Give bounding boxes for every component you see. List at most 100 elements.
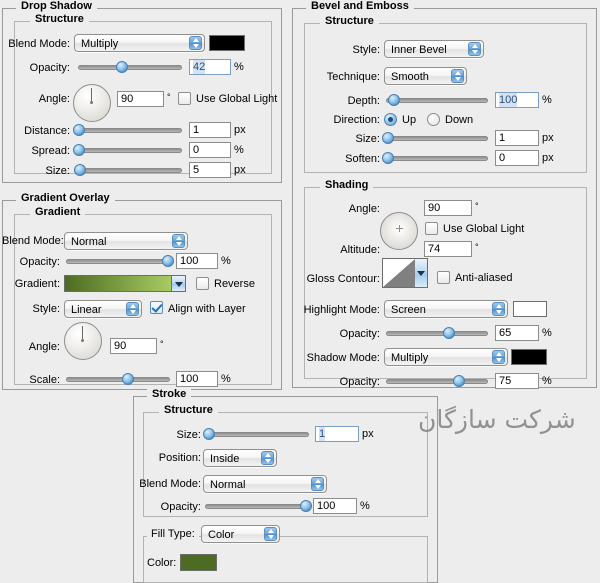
sh-highlight-mode-select[interactable]: Screen (384, 300, 508, 318)
ds-blend-mode-value: Multiply (81, 38, 119, 50)
chevron-updown-icon[interactable] (311, 477, 324, 491)
ds-angle-dial[interactable] (73, 84, 111, 122)
chevron-updown-icon[interactable] (451, 69, 464, 83)
ds-angle-input[interactable]: 90 (117, 91, 164, 107)
ds-distance-slider[interactable] (73, 123, 182, 137)
go-angle-input[interactable]: 90 (110, 338, 157, 354)
chevron-updown-icon[interactable] (492, 302, 505, 316)
be-size-input[interactable]: 1 (495, 130, 539, 146)
sh-shadow-opacity-slider[interactable] (386, 374, 488, 388)
go-gradient-picker[interactable] (64, 275, 186, 292)
st-size-slider[interactable] (203, 427, 309, 441)
slider-track (74, 168, 182, 173)
slider-thumb[interactable] (161, 255, 174, 267)
slider-track (74, 128, 182, 133)
be-depth-input[interactable]: 100 (495, 92, 539, 108)
sh-highlight-opacity-label: Opacity: (339, 328, 380, 340)
ds-opacity-label: Opacity: (29, 62, 70, 74)
chevron-updown-icon[interactable] (264, 527, 277, 541)
st-size-input[interactable]: 1 (315, 426, 359, 442)
st-fill-type-select[interactable]: Color (201, 525, 280, 543)
sh-anti-aliased-checkbox[interactable] (437, 271, 450, 284)
go-blend-mode-select[interactable]: Normal (64, 232, 188, 250)
ds-opacity-input[interactable]: 42 (189, 59, 231, 75)
ds-shadow-color-swatch[interactable] (209, 35, 245, 51)
slider-thumb[interactable] (74, 164, 87, 176)
st-opacity-slider[interactable] (205, 499, 312, 513)
slider-thumb[interactable] (382, 132, 395, 144)
sh-angle-altitude-dial[interactable] (380, 212, 418, 250)
stroke-structure-title: Structure (159, 405, 218, 416)
ds-spread-slider[interactable] (73, 143, 182, 157)
go-opacity-slider[interactable] (66, 254, 174, 268)
go-scale-input[interactable]: 100 (176, 371, 218, 387)
ds-spread-label: Spread: (31, 145, 70, 157)
slider-thumb[interactable] (115, 61, 128, 73)
go-angle-unit: ° (160, 339, 164, 349)
ds-opacity-slider[interactable] (78, 60, 182, 74)
be-direction-down-radio[interactable] (427, 113, 440, 126)
slider-thumb[interactable] (453, 375, 466, 387)
sh-angle-input[interactable]: 90 (424, 200, 472, 216)
ds-size-slider[interactable] (74, 163, 182, 177)
slider-thumb[interactable] (203, 428, 216, 440)
ds-use-global-light-checkbox[interactable] (178, 92, 191, 105)
chevron-updown-icon[interactable] (468, 42, 481, 56)
chevron-updown-icon[interactable] (189, 36, 202, 50)
go-align-with-layer-checkbox[interactable] (150, 301, 163, 314)
sh-highlight-opacity-input[interactable]: 65 (495, 325, 539, 341)
slider-thumb[interactable] (382, 152, 395, 164)
chevron-updown-icon[interactable] (492, 350, 505, 364)
st-position-select[interactable]: Inside (203, 449, 277, 467)
go-style-select[interactable]: Linear (64, 300, 142, 318)
ds-size-input[interactable]: 5 (189, 162, 231, 178)
ds-spread-input[interactable]: 0 (189, 142, 231, 158)
be-depth-slider[interactable] (386, 93, 488, 107)
sh-shadow-color-swatch[interactable] (511, 349, 547, 365)
slider-thumb[interactable] (388, 94, 401, 106)
slider-thumb[interactable] (299, 500, 312, 512)
st-blend-mode-select[interactable]: Normal (203, 475, 327, 493)
slider-thumb[interactable] (73, 124, 86, 136)
st-color-label: Color: (147, 557, 177, 569)
chevron-updown-icon[interactable] (172, 234, 185, 248)
be-direction-up-radio[interactable] (384, 113, 397, 126)
be-soften-slider[interactable] (382, 151, 488, 165)
slider-thumb[interactable] (73, 144, 86, 156)
sh-gloss-contour-preview[interactable] (382, 258, 416, 288)
be-technique-select[interactable]: Smooth (384, 67, 467, 85)
sh-use-global-light-checkbox[interactable] (425, 222, 438, 235)
sh-altitude-unit: ° (475, 242, 479, 252)
slider-thumb[interactable] (122, 373, 135, 385)
sh-anti-aliased-label: Anti-aliased (455, 272, 513, 284)
ds-blend-mode-select[interactable]: Multiply (74, 34, 205, 52)
sh-gloss-contour-dropdown[interactable] (415, 258, 428, 288)
sh-highlight-opacity-value: 65 (499, 327, 512, 339)
be-style-select[interactable]: Inner Bevel (384, 40, 484, 58)
sh-use-global-light-label: Use Global Light (443, 223, 525, 235)
go-angle-dial[interactable] (64, 322, 102, 360)
gradient-group-title: Gradient (30, 207, 86, 218)
chevron-updown-icon[interactable] (126, 302, 139, 316)
be-size-slider[interactable] (382, 131, 488, 145)
ds-distance-input[interactable]: 1 (189, 122, 231, 138)
be-technique-value: Smooth (391, 71, 429, 83)
dial-hub-icon (81, 339, 84, 342)
go-scale-slider[interactable] (66, 372, 170, 386)
st-opacity-input[interactable]: 100 (313, 498, 357, 514)
sh-shadow-mode-select[interactable]: Multiply (384, 348, 508, 366)
chevron-down-icon[interactable] (171, 276, 185, 291)
go-opacity-input[interactable]: 100 (176, 253, 218, 269)
be-soften-input[interactable]: 0 (495, 150, 539, 166)
st-color-swatch[interactable] (180, 554, 217, 571)
sh-highlight-color-swatch[interactable] (513, 301, 547, 317)
sh-highlight-opacity-slider[interactable] (386, 326, 488, 340)
sh-shadow-opacity-input[interactable]: 75 (495, 373, 539, 389)
slider-thumb[interactable] (443, 327, 456, 339)
chevron-updown-icon[interactable] (261, 451, 274, 465)
slider-track (386, 379, 488, 384)
go-reverse-checkbox[interactable] (196, 277, 209, 290)
be-soften-label: Soften: (345, 153, 380, 165)
st-position-value: Inside (210, 453, 240, 465)
sh-altitude-input[interactable]: 74 (424, 241, 472, 257)
